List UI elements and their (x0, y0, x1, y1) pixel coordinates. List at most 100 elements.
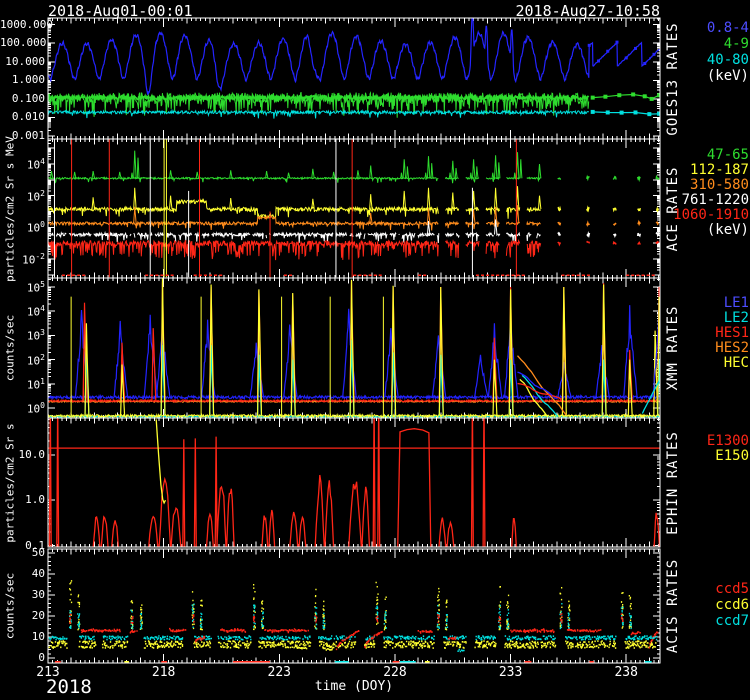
panel-frame-ephin (48, 418, 660, 547)
sparse-clump (656, 209, 659, 211)
data-marker (633, 110, 637, 114)
series-path (119, 172, 121, 178)
sparse-clump (613, 242, 616, 244)
legend--kev-: (keV) (707, 69, 749, 84)
radiation-monitor-plot: 2018-Aug01-00:01 2018-Aug27-10:58 time (… (0, 0, 750, 700)
sparse-clump (587, 233, 590, 236)
series-path (452, 161, 454, 179)
series-path (498, 162, 500, 178)
legend-47-65: 47-65 (707, 148, 749, 163)
legend-310-580: 310-580 (690, 178, 749, 193)
axis-ylabel-ace: particles/cm2 Sr s MeV (4, 136, 17, 282)
legend-4-9: 4-9 (724, 37, 749, 52)
series-path (156, 419, 165, 503)
panel-frame-goes13 (48, 18, 660, 139)
data-marker (650, 97, 654, 101)
axis-ylabel-xmm: counts/sec (4, 315, 17, 381)
sparse-clump (638, 242, 641, 244)
burst-ccd7 (69, 604, 632, 629)
series-path (403, 191, 406, 209)
series-310-580 (445, 222, 458, 228)
sparse-clump (638, 222, 641, 224)
sparse-clump (613, 208, 616, 210)
legend-le1: LE1 (724, 296, 749, 311)
series-path (312, 169, 314, 179)
legend-40-80: 40-80 (707, 53, 749, 68)
sparse-clump (656, 177, 659, 180)
axis-ticks-ephin (48, 418, 660, 547)
series-path (455, 168, 457, 178)
series-1060-1910 (506, 241, 519, 258)
series-path (161, 276, 165, 416)
sparse-clump (587, 223, 590, 225)
data-marker (588, 44, 591, 47)
burst-ccd6 (69, 581, 632, 630)
y-tick-label-goes13: 10.000 (0, 55, 45, 68)
legend-761-1220: 761-1220 (682, 193, 749, 208)
data-marker (643, 94, 647, 98)
data-marker (606, 110, 610, 114)
y-tick-label-xmm: 100 (0, 401, 45, 416)
data-marker (643, 62, 646, 65)
outlier-block (323, 648, 332, 650)
y-tick-label-goes13: 0.010 (0, 110, 45, 123)
series-310-580 (486, 222, 499, 227)
series-path (196, 172, 199, 178)
y-tick-label-goes13: 100.000 (0, 36, 45, 49)
sparse-clump (638, 208, 641, 210)
series-761-1220 (445, 233, 459, 237)
sparse-clump (558, 178, 561, 180)
acis-series-layer (49, 581, 659, 662)
sparse-clump (638, 177, 641, 180)
data-marker (597, 59, 600, 62)
series-path (427, 188, 430, 209)
series-path (431, 163, 433, 178)
series-path (452, 193, 454, 210)
data-marker (591, 110, 595, 114)
axis-ylabel-ephin: particles/cm2 Sr s (4, 423, 17, 542)
data-marker (634, 47, 637, 50)
sparse-clump (656, 242, 659, 244)
data-marker (617, 93, 621, 97)
legend-e1300: E1300 (707, 434, 749, 449)
end-datetime-label: 2018-Aug27-10:58 (516, 2, 661, 20)
panel-right-label-ephin: EPHIN RATES (665, 431, 681, 535)
series-310-580 (48, 216, 425, 230)
legend-e150: E150 (715, 449, 749, 464)
x-tick-label: 218 (141, 665, 187, 680)
data-marker (615, 41, 618, 44)
start-datetime-label: 2018-Aug01-00:01 (48, 2, 193, 20)
series-112-187 (486, 208, 499, 215)
sparse-clump (587, 242, 590, 244)
series-310-580 (506, 222, 519, 224)
legend-112-187: 112-187 (690, 163, 749, 178)
y-tick-label-goes13: 1000.000 (0, 18, 45, 31)
goes13-series-layer (48, 16, 661, 119)
series-761-1220 (486, 233, 500, 236)
legend-0-8-4: 0.8-4 (707, 21, 749, 36)
series-path (333, 172, 335, 178)
data-marker (631, 92, 635, 96)
data-marker (603, 95, 607, 99)
plot-canvas (0, 0, 750, 700)
legend-ccd6: ccd6 (715, 598, 749, 613)
scatter-ccd6 (49, 641, 657, 648)
axis-ylabel-acis: counts/sec (4, 573, 17, 639)
sparse-clump (558, 208, 561, 211)
data-marker (591, 96, 595, 100)
sparse-clump (656, 233, 659, 236)
series-path (170, 196, 173, 209)
series-path (74, 172, 76, 178)
series-path (370, 166, 372, 179)
series-path (170, 170, 173, 178)
legend--kev-: (keV) (707, 223, 749, 238)
legend-hec: HEC (724, 356, 749, 371)
x-axis-label: time (DOY) (274, 679, 434, 694)
sparse-clump (638, 233, 641, 236)
series-path (134, 151, 136, 179)
series-0.8-4 (48, 16, 660, 94)
series-47-65 (48, 178, 425, 183)
series-path (407, 166, 409, 178)
x-tick-label: 213 (25, 665, 71, 680)
legend-1060-1910: 1060-1910 (673, 208, 749, 223)
